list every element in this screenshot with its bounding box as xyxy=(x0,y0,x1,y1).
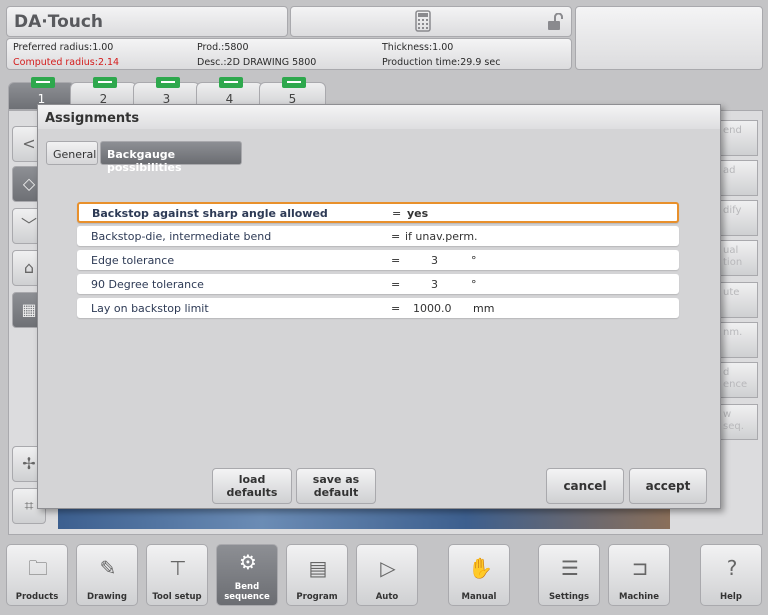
equals-sign: = xyxy=(391,254,401,267)
cancel-button[interactable]: cancel xyxy=(546,468,624,504)
nav-label: Auto xyxy=(375,592,399,602)
accept-button[interactable]: accept xyxy=(629,468,707,504)
production-time: Production time:29.9 sec xyxy=(382,57,501,68)
pencil-icon: ✎ xyxy=(99,556,117,580)
bend-step-icon xyxy=(282,77,306,88)
setting-row-backstop-sharp-angle[interactable]: Backstop against sharp angle allowed = y… xyxy=(77,202,679,223)
equals-sign: = xyxy=(391,230,401,243)
calculator-icon[interactable] xyxy=(415,10,431,32)
machine-icon: ⊐ xyxy=(631,556,649,580)
nav-drawing[interactable]: ✎ Drawing xyxy=(76,544,138,606)
setting-row-backstop-die[interactable]: Backstop-die, intermediate bend = if una… xyxy=(77,226,679,246)
setting-unit: mm xyxy=(473,302,495,315)
folder-icon: 🗀 xyxy=(28,556,48,580)
help-icon: ? xyxy=(726,556,738,580)
brand-logo: DA·Touch xyxy=(14,12,104,32)
nav-label: Help xyxy=(720,592,742,602)
top-right-panel xyxy=(575,6,763,70)
setting-unit: ° xyxy=(471,278,477,291)
nav-bend-sequence[interactable]: ⚙ Bend sequence xyxy=(216,544,278,606)
bend-step-icon xyxy=(156,77,180,88)
nav-label: Tool setup xyxy=(152,592,202,602)
setting-unit: ° xyxy=(471,254,477,267)
bend-step-icon xyxy=(31,77,55,88)
nav-products[interactable]: 🗀 Products xyxy=(6,544,68,606)
nav-auto[interactable]: ▷ Auto xyxy=(356,544,418,606)
nav-label: Machine xyxy=(618,592,659,602)
tab-backgauge-possibilities[interactable]: Backgauge possibilities xyxy=(100,141,242,174)
assignments-dialog: Assignments General Backgauge possibilit… xyxy=(37,104,721,509)
setting-value[interactable]: 3 xyxy=(431,254,438,267)
hand-icon: ✋ xyxy=(468,556,493,580)
bend-step-icon xyxy=(219,77,243,88)
nav-tool-setup[interactable]: ⊤ Tool setup xyxy=(146,544,208,606)
nav-manual[interactable]: ✋ Manual xyxy=(448,544,510,606)
save-as-default-button[interactable]: save as default xyxy=(296,468,376,504)
setting-label: Backstop against sharp angle allowed xyxy=(92,207,328,220)
tools-icon: ⊤ xyxy=(169,556,187,580)
nav-settings[interactable]: ☰ Settings xyxy=(538,544,600,606)
setting-label: Backstop-die, intermediate bend xyxy=(91,230,272,243)
play-icon: ▷ xyxy=(380,556,396,580)
product-description: Desc.:2D DRAWING 5800 xyxy=(197,57,317,68)
dialog-title: Assignments xyxy=(38,105,720,129)
thickness: Thickness:1.00 xyxy=(382,42,454,53)
calculator-panel xyxy=(290,6,572,37)
setting-row-lay-on-backstop-limit[interactable]: Lay on backstop limit = 1000.0 mm xyxy=(77,298,679,318)
bend-step-icon xyxy=(93,77,117,88)
setting-value[interactable]: yes xyxy=(407,207,428,220)
nav-label: Settings xyxy=(548,592,590,602)
setting-value[interactable]: 3 xyxy=(431,278,438,291)
equals-sign: = xyxy=(391,278,401,291)
setting-row-edge-tolerance[interactable]: Edge tolerance = 3 ° xyxy=(77,250,679,270)
setting-value[interactable]: 1000.0 xyxy=(413,302,452,315)
product-info-bar: Preferred radius:1.00 Computed radius:2.… xyxy=(6,38,572,70)
setting-row-90-degree-tolerance[interactable]: 90 Degree tolerance = 3 ° xyxy=(77,274,679,294)
nav-label: Manual xyxy=(461,592,497,602)
product-number: Prod.:5800 xyxy=(197,42,249,53)
nav-machine[interactable]: ⊐ Machine xyxy=(608,544,670,606)
equals-sign: = xyxy=(392,207,402,220)
bend-icon: ⚙ xyxy=(239,550,257,574)
list-icon: ☰ xyxy=(561,556,579,580)
setting-value[interactable]: if unav.perm. xyxy=(405,230,478,243)
pages-icon: ▤ xyxy=(308,556,328,580)
setting-label: Lay on backstop limit xyxy=(91,302,209,315)
setting-label: Edge tolerance xyxy=(91,254,175,267)
setting-label: 90 Degree tolerance xyxy=(91,278,204,291)
load-defaults-button[interactable]: load defaults xyxy=(212,468,292,504)
nav-label: Program xyxy=(296,592,338,602)
logo-panel: DA·Touch xyxy=(6,6,288,37)
unlock-icon[interactable] xyxy=(547,13,563,31)
preferred-radius: Preferred radius:1.00 xyxy=(13,42,114,53)
nav-help[interactable]: ? Help xyxy=(700,544,762,606)
tab-general[interactable]: General xyxy=(46,141,98,165)
nav-label: Bend sequence xyxy=(224,582,270,602)
nav-label: Drawing xyxy=(87,592,127,602)
equals-sign: = xyxy=(391,302,401,315)
nav-label: Products xyxy=(15,592,59,602)
nav-program[interactable]: ▤ Program xyxy=(286,544,348,606)
computed-radius: Computed radius:2.14 xyxy=(13,57,120,68)
